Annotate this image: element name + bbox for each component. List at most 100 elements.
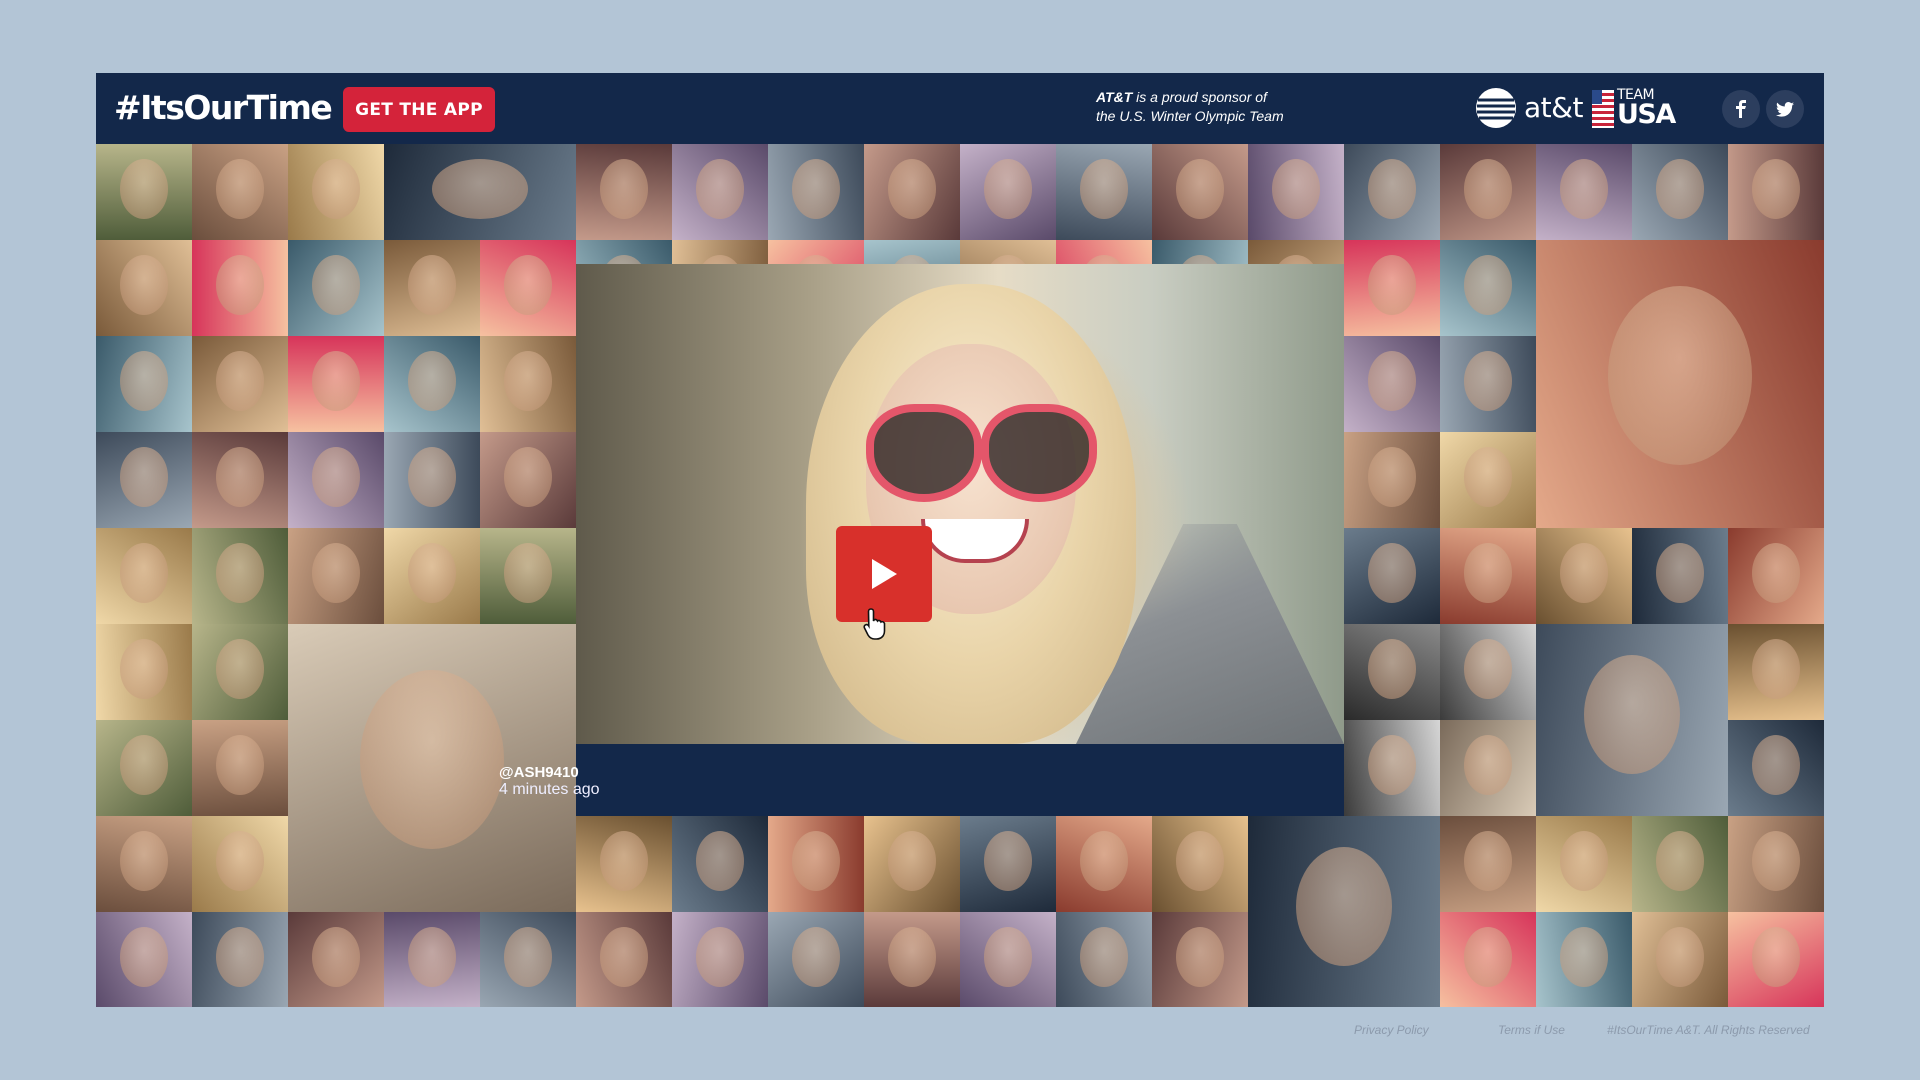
profile-photo-tile[interactable] (576, 144, 672, 240)
profile-photo-tile[interactable] (96, 816, 192, 912)
profile-photo-tile[interactable] (1440, 240, 1536, 336)
profile-photo-tile[interactable] (864, 912, 960, 1007)
profile-photo-tile[interactable] (1536, 816, 1632, 912)
profile-photo-tile[interactable] (192, 816, 288, 912)
face-shape (696, 159, 744, 219)
profile-photo-tile[interactable] (960, 912, 1056, 1007)
profile-photo-tile[interactable] (1728, 624, 1824, 720)
profile-photo-tile[interactable] (864, 816, 960, 912)
profile-photo-tile[interactable] (1152, 816, 1248, 912)
profile-photo-tile[interactable] (1344, 240, 1440, 336)
profile-photo-tile[interactable] (960, 816, 1056, 912)
face-shape (312, 543, 360, 603)
profile-photo-tile[interactable] (1440, 912, 1536, 1007)
profile-photo-tile[interactable] (288, 912, 384, 1007)
profile-photo-tile[interactable] (1728, 720, 1824, 816)
profile-photo-tile[interactable] (96, 336, 192, 432)
profile-photo-tile[interactable] (384, 432, 480, 528)
profile-photo-tile[interactable] (1152, 912, 1248, 1007)
profile-photo-tile[interactable] (96, 240, 192, 336)
profile-photo-tile[interactable] (1344, 720, 1440, 816)
profile-photo-tile[interactable] (192, 432, 288, 528)
profile-photo-tile[interactable] (288, 144, 384, 240)
profile-photo-tile[interactable] (1440, 720, 1536, 816)
profile-photo-tile[interactable] (1152, 144, 1248, 240)
profile-photo-tile[interactable] (1344, 432, 1440, 528)
profile-photo-tile[interactable] (480, 336, 576, 432)
profile-photo-tile[interactable] (192, 240, 288, 336)
face-shape (1368, 639, 1416, 699)
profile-photo-tile[interactable] (672, 144, 768, 240)
profile-photo-tile[interactable] (1344, 624, 1440, 720)
profile-photo-tile[interactable] (1440, 432, 1536, 528)
profile-photo-tile[interactable] (1536, 240, 1824, 528)
profile-photo-tile[interactable] (384, 336, 480, 432)
profile-photo-tile[interactable] (768, 144, 864, 240)
profile-photo-tile[interactable] (192, 528, 288, 624)
facebook-button[interactable] (1722, 90, 1760, 128)
profile-photo-tile[interactable] (576, 816, 672, 912)
profile-photo-tile[interactable] (1344, 528, 1440, 624)
profile-photo-tile[interactable] (96, 912, 192, 1007)
profile-photo-tile[interactable] (1056, 816, 1152, 912)
profile-photo-tile[interactable] (1728, 912, 1824, 1007)
profile-photo-tile[interactable] (192, 912, 288, 1007)
video-author-handle[interactable]: @ASH9410 (499, 764, 579, 781)
profile-photo-tile[interactable] (960, 144, 1056, 240)
get-the-app-button[interactable]: GET THE APP (343, 87, 495, 132)
profile-photo-tile[interactable] (192, 144, 288, 240)
profile-photo-tile[interactable] (288, 336, 384, 432)
profile-photo-tile[interactable] (96, 624, 192, 720)
profile-photo-tile[interactable] (1632, 144, 1728, 240)
profile-photo-tile[interactable] (1440, 624, 1536, 720)
profile-photo-tile[interactable] (1728, 528, 1824, 624)
profile-photo-tile[interactable] (1056, 144, 1152, 240)
profile-photo-tile[interactable] (768, 912, 864, 1007)
profile-photo-tile[interactable] (1632, 816, 1728, 912)
profile-photo-tile[interactable] (480, 912, 576, 1007)
profile-photo-tile[interactable] (192, 720, 288, 816)
profile-photo-tile[interactable] (288, 528, 384, 624)
profile-photo-tile[interactable] (1536, 528, 1632, 624)
profile-photo-tile[interactable] (384, 240, 480, 336)
profile-photo-tile[interactable] (1056, 912, 1152, 1007)
profile-photo-tile[interactable] (96, 144, 192, 240)
profile-photo-tile[interactable] (1344, 336, 1440, 432)
profile-photo-tile[interactable] (384, 912, 480, 1007)
profile-photo-tile[interactable] (288, 432, 384, 528)
profile-photo-tile[interactable] (480, 240, 576, 336)
profile-photo-tile[interactable] (1536, 624, 1728, 816)
profile-photo-tile[interactable] (1248, 144, 1344, 240)
profile-photo-tile[interactable] (1536, 144, 1632, 240)
profile-photo-tile[interactable] (1344, 144, 1440, 240)
profile-photo-tile[interactable] (480, 528, 576, 624)
featured-video-frame[interactable] (576, 264, 1344, 744)
privacy-policy-link[interactable]: Privacy Policy (1354, 1023, 1429, 1037)
profile-photo-tile[interactable] (1728, 816, 1824, 912)
profile-photo-tile[interactable] (1728, 144, 1824, 240)
profile-photo-tile[interactable] (384, 528, 480, 624)
profile-photo-tile[interactable] (1248, 816, 1440, 1007)
profile-photo-tile[interactable] (96, 720, 192, 816)
profile-photo-tile[interactable] (1632, 528, 1728, 624)
profile-photo-tile[interactable] (96, 432, 192, 528)
profile-photo-tile[interactable] (768, 816, 864, 912)
profile-photo-tile[interactable] (1440, 816, 1536, 912)
profile-photo-tile[interactable] (1536, 912, 1632, 1007)
profile-photo-tile[interactable] (192, 624, 288, 720)
profile-photo-tile[interactable] (576, 912, 672, 1007)
profile-photo-tile[interactable] (672, 912, 768, 1007)
profile-photo-tile[interactable] (192, 336, 288, 432)
profile-photo-tile[interactable] (864, 144, 960, 240)
profile-photo-tile[interactable] (1440, 144, 1536, 240)
profile-photo-tile[interactable] (96, 528, 192, 624)
twitter-button[interactable] (1766, 90, 1804, 128)
profile-photo-tile[interactable] (480, 432, 576, 528)
profile-photo-tile[interactable] (1440, 528, 1536, 624)
profile-photo-tile[interactable] (1440, 336, 1536, 432)
profile-photo-tile[interactable] (288, 240, 384, 336)
profile-photo-tile[interactable] (384, 144, 576, 240)
terms-link[interactable]: Terms if Use (1498, 1023, 1565, 1037)
profile-photo-tile[interactable] (672, 816, 768, 912)
profile-photo-tile[interactable] (1632, 912, 1728, 1007)
